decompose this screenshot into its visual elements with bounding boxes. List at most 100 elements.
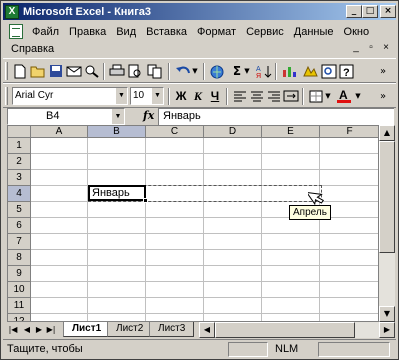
gridline xyxy=(203,138,204,321)
row-header-2[interactable]: 2 xyxy=(8,154,31,170)
cell-b4[interactable]: Январь xyxy=(92,186,130,201)
print-icon[interactable] xyxy=(109,63,125,79)
column-header-f[interactable]: F xyxy=(320,126,378,138)
toolbar-separator xyxy=(203,63,205,80)
name-box[interactable]: B4 ▼ xyxy=(7,108,125,125)
row-header-6[interactable]: 6 xyxy=(8,218,31,234)
chevron-down-icon[interactable]: ▼ xyxy=(151,88,163,104)
column-header-c[interactable]: C xyxy=(146,126,204,138)
row-header-11[interactable]: 11 xyxy=(8,298,31,314)
italic-button[interactable]: К xyxy=(190,88,206,104)
search-icon[interactable] xyxy=(84,63,100,79)
menu-edit[interactable]: Правка xyxy=(64,26,111,38)
underline-button[interactable]: Ч xyxy=(207,88,223,104)
svg-text:?: ? xyxy=(343,67,350,79)
scroll-down-icon[interactable]: ▼ xyxy=(379,306,395,322)
column-header-b[interactable]: B xyxy=(88,126,146,138)
maximize-button[interactable]: □ xyxy=(362,5,378,18)
undo-dropdown-icon[interactable]: ▼ xyxy=(191,63,199,79)
horizontal-scrollbar[interactable]: ◀ ▶ xyxy=(199,322,395,338)
menu-help[interactable]: Справка xyxy=(3,43,59,55)
vertical-scrollbar[interactable]: ▲ ▼ xyxy=(379,125,395,322)
chart-wizard-icon[interactable] xyxy=(282,63,298,79)
scroll-up-icon[interactable]: ▲ xyxy=(379,125,395,141)
row-header-3[interactable]: 3 xyxy=(8,170,31,186)
row-header-4[interactable]: 4 xyxy=(8,186,31,202)
help-icon[interactable]: ? xyxy=(339,63,355,79)
close-button[interactable]: × xyxy=(380,5,396,18)
first-sheet-icon[interactable]: |◀ xyxy=(7,324,19,336)
new-icon[interactable] xyxy=(12,63,28,79)
row-header-10[interactable]: 10 xyxy=(8,282,31,298)
menu-tools[interactable]: Сервис xyxy=(241,26,289,38)
row-header-12[interactable]: 12 xyxy=(8,314,31,321)
toolbar-options-icon[interactable]: » xyxy=(375,88,391,104)
row-header-9[interactable]: 9 xyxy=(8,266,31,282)
print-preview-icon[interactable] xyxy=(127,63,143,79)
row-header-8[interactable]: 8 xyxy=(8,250,31,266)
column-header-a[interactable]: A xyxy=(31,126,88,138)
gridline xyxy=(145,138,146,321)
excel-icon[interactable]: X xyxy=(5,4,19,19)
save-icon[interactable] xyxy=(48,63,64,79)
align-center-icon[interactable] xyxy=(249,88,265,104)
sheet-tab-1[interactable]: Лист1 xyxy=(63,322,111,337)
toolbar-options-icon[interactable]: » xyxy=(375,63,391,79)
horizontal-scroll-thumb[interactable] xyxy=(215,322,355,338)
undo-icon[interactable] xyxy=(175,63,191,79)
scroll-left-icon[interactable]: ◀ xyxy=(199,322,215,338)
scroll-right-icon[interactable]: ▶ xyxy=(379,322,395,338)
chevron-down-icon[interactable]: ▼ xyxy=(112,109,124,124)
workbook-icon[interactable] xyxy=(9,24,23,39)
worksheet-grid[interactable]: A B C D E F 1 2 3 4 5 6 7 8 9 10 11 12 Я… xyxy=(7,125,379,322)
merge-center-icon[interactable] xyxy=(283,88,299,104)
borders-dropdown-icon[interactable]: ▼ xyxy=(324,88,332,104)
title-bar[interactable]: X Microsoft Excel - Книга3 _ □ × xyxy=(3,3,396,20)
column-header-d[interactable]: D xyxy=(204,126,262,138)
align-left-icon[interactable] xyxy=(232,88,248,104)
hyperlink-icon[interactable] xyxy=(209,63,225,79)
vertical-scroll-thumb[interactable] xyxy=(379,141,395,253)
fx-icon[interactable]: fx xyxy=(143,109,154,122)
next-sheet-icon[interactable]: ▶ xyxy=(33,324,45,336)
menu-window[interactable]: Окно xyxy=(339,26,375,38)
row-header-5[interactable]: 5 xyxy=(8,202,31,218)
minimize-button[interactable]: _ xyxy=(346,5,362,18)
menu-view[interactable]: Вид xyxy=(111,26,141,38)
row-header-7[interactable]: 7 xyxy=(8,234,31,250)
menu-insert[interactable]: Вставка xyxy=(141,26,192,38)
drawing-icon[interactable] xyxy=(302,63,318,79)
zoom-icon[interactable] xyxy=(321,63,337,79)
autosum-dropdown-icon[interactable]: ▼ xyxy=(243,63,251,79)
toolbar-grip[interactable] xyxy=(5,62,8,80)
sort-ascending-icon[interactable]: АЯ xyxy=(256,63,272,79)
doc-minimize-button[interactable]: _ xyxy=(350,42,362,53)
menu-format[interactable]: Формат xyxy=(192,26,241,38)
doc-restore-button[interactable]: ▫ xyxy=(365,42,377,53)
formula-input[interactable]: Январь xyxy=(158,108,394,125)
gridline xyxy=(31,249,378,250)
open-icon[interactable] xyxy=(30,63,46,79)
prev-sheet-icon[interactable]: ◀ xyxy=(21,324,33,336)
font-color-dropdown-icon[interactable]: ▼ xyxy=(354,88,362,104)
sheet-tab-3[interactable]: Лист3 xyxy=(149,322,195,337)
bold-button[interactable]: Ж xyxy=(173,88,189,104)
font-size-select[interactable]: 10 ▼ xyxy=(130,87,164,105)
row-header-1[interactable]: 1 xyxy=(8,138,31,154)
menu-data[interactable]: Данные xyxy=(289,26,339,38)
select-all-corner[interactable] xyxy=(8,126,31,138)
column-header-e[interactable]: E xyxy=(262,126,320,138)
font-name-select[interactable]: Arial Cyr ▼ xyxy=(12,87,128,105)
sheet-tab-2[interactable]: Лист2 xyxy=(107,322,153,337)
align-right-icon[interactable] xyxy=(266,88,282,104)
last-sheet-icon[interactable]: ▶| xyxy=(45,324,57,336)
borders-icon[interactable] xyxy=(308,88,324,104)
copy-icon[interactable] xyxy=(147,63,163,79)
menu-file[interactable]: Файл xyxy=(27,26,64,38)
doc-close-button[interactable]: × xyxy=(380,42,392,53)
toolbar-grip[interactable] xyxy=(5,87,8,105)
chevron-down-icon[interactable]: ▼ xyxy=(115,88,127,104)
email-icon[interactable] xyxy=(66,63,82,79)
fill-handle[interactable] xyxy=(143,198,148,203)
font-color-icon[interactable]: A xyxy=(336,88,352,104)
